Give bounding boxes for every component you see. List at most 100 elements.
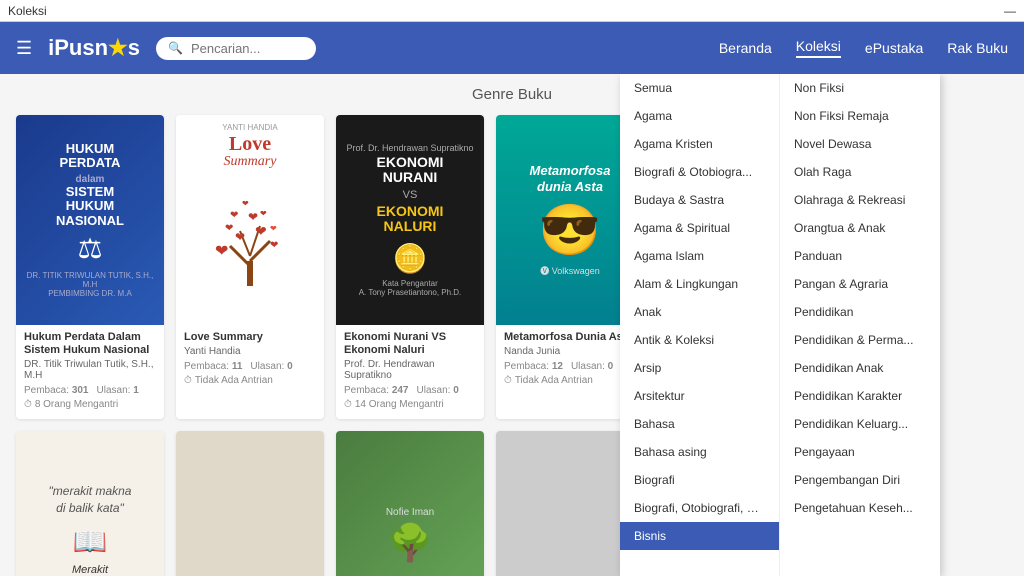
genre-agama-spiritual[interactable]: Agama & Spiritual <box>620 214 779 242</box>
book-queue-hukum: ⏱ 8 Orang Mengantri <box>24 399 156 410</box>
svg-text:❤: ❤ <box>230 210 238 221</box>
genre-pangan[interactable]: Pangan & Agraria <box>780 270 940 298</box>
book-info-hukum: Hukum Perdata Dalam Sistem Hukum Nasiona… <box>16 325 164 416</box>
book-author-love: Yanti Handia <box>184 346 316 357</box>
book-card-nofie[interactable]: Nofie Iman 🌳 Nofie Iman <box>336 431 484 576</box>
book-author-meta: Nanda Junia <box>504 346 636 357</box>
window-title: Koleksi <box>8 4 47 18</box>
nav-koleksi[interactable]: Koleksi <box>796 38 841 58</box>
nav-rak-buku[interactable]: Rak Buku <box>947 40 1008 56</box>
genre-non-fiksi[interactable]: Non Fiksi <box>780 74 940 102</box>
clock-icon-love: ⏱ <box>184 375 192 386</box>
love-tree-svg: ❤ ❤ ❤ ❤ ❤ ❤ ❤ ❤ ❤ ❤ <box>200 176 300 296</box>
svg-text:❤: ❤ <box>260 209 267 218</box>
genre-biografi2[interactable]: Biografi <box>620 466 779 494</box>
book-card-love[interactable]: YANTI HANDIA Love Summary ❤ ❤ <box>176 115 324 419</box>
book-stats-meta: Pembaca: 12 Ulasan: 0 <box>504 361 636 372</box>
svg-text:❤: ❤ <box>270 240 278 251</box>
search-icon: 🔍 <box>168 41 183 55</box>
book-stats-hukum: Pembaca: 301 Ulasan: 1 <box>24 385 156 396</box>
genre-novel[interactable]: Novel Dewasa <box>780 130 940 158</box>
nav-beranda[interactable]: Beranda <box>719 40 772 56</box>
nav-links: Beranda Koleksi ePustaka Rak Buku <box>719 38 1008 58</box>
svg-text:❤: ❤ <box>235 230 245 244</box>
genre-dropdown: Semua Agama Agama Kristen Biografi & Oto… <box>620 74 940 576</box>
book-stats-love: Pembaca: 11 Ulasan: 0 <box>184 361 316 372</box>
genre-arsip[interactable]: Arsip <box>620 354 779 382</box>
book-title-love: Love Summary <box>184 331 316 344</box>
book-cover-hukum: HUKUMPERDATAdalamSISTEMHUKUMNASIONAL ⚖ D… <box>16 115 164 325</box>
book-icon: 📖 <box>73 525 108 558</box>
genre-semua[interactable]: Semua <box>620 74 779 102</box>
genre-pendidikan-keluarga[interactable]: Pendidikan Keluarg... <box>780 410 940 438</box>
genre-biografi[interactable]: Biografi & Otobiogra... <box>620 158 779 186</box>
genre-antik[interactable]: Antik & Koleksi <box>620 326 779 354</box>
svg-text:❤: ❤ <box>242 199 249 208</box>
genre-pendidikan[interactable]: Pendidikan <box>780 298 940 326</box>
genre-agama-kristen[interactable]: Agama Kristen <box>620 130 779 158</box>
hamburger-menu[interactable]: ☰ <box>16 38 32 59</box>
clock-icon-meta: ⏱ <box>504 375 512 386</box>
book-title-hukum: Hukum Perdata Dalam Sistem Hukum Nasiona… <box>24 331 156 357</box>
book-cover-merakit: "merakit maknadi balik kata" 📖 MerakitKa… <box>16 431 164 576</box>
trees-icon: 🌳 <box>388 522 433 564</box>
book-stats-ekonomi: Pembaca: 247 Ulasan: 0 <box>344 385 476 396</box>
book-cover-empty1 <box>176 431 324 576</box>
genre-biografi3[interactable]: Biografi, Otobiografi, Bibliografi <box>620 494 779 522</box>
genre-pendidikan-anak[interactable]: Pendidikan Anak <box>780 354 940 382</box>
genre-olahraga2[interactable]: Olahraga & Rekreasi <box>780 186 940 214</box>
book-card-ekonomi[interactable]: Prof. Dr. Hendrawan Supratikno EKONOMINU… <box>336 115 484 419</box>
book-cover-ekonomi: Prof. Dr. Hendrawan Supratikno EKONOMINU… <box>336 115 484 325</box>
dropdown-col2: Non Fiksi Non Fiksi Remaja Novel Dewasa … <box>780 74 940 576</box>
window-controls[interactable]: — <box>1004 4 1016 18</box>
genre-budaya[interactable]: Budaya & Sastra <box>620 186 779 214</box>
book-card-hukum[interactable]: HUKUMPERDATAdalamSISTEMHUKUMNASIONAL ⚖ D… <box>16 115 164 419</box>
genre-bahasa[interactable]: Bahasa <box>620 410 779 438</box>
search-input[interactable] <box>191 41 311 56</box>
dropdown-col1: Semua Agama Agama Kristen Biografi & Oto… <box>620 74 780 576</box>
book-title-ekonomi: Ekonomi Nurani VS Ekonomi Naluri <box>344 331 476 357</box>
svg-text:❤: ❤ <box>248 210 258 224</box>
svg-text:❤: ❤ <box>215 243 228 260</box>
book-info-ekonomi: Ekonomi Nurani VS Ekonomi Naluri Prof. D… <box>336 325 484 416</box>
genre-pengayaan[interactable]: Pengayaan <box>780 438 940 466</box>
titlebar: Koleksi — <box>0 0 1024 22</box>
navbar: ☰ iPusn★s 🔍 Beranda Koleksi ePustaka Rak… <box>0 22 1024 74</box>
app-logo: iPusn★s <box>48 35 140 61</box>
genre-panduan[interactable]: Panduan <box>780 242 940 270</box>
svg-text:❤: ❤ <box>225 223 233 234</box>
genre-arsitektur[interactable]: Arsitektur <box>620 382 779 410</box>
genre-orangtua[interactable]: Orangtua & Anak <box>780 214 940 242</box>
genre-non-fiksi-remaja[interactable]: Non Fiksi Remaja <box>780 102 940 130</box>
main-content: Genre Buku HUKUMPERDATAdalamSISTEMHUKUMN… <box>0 74 1024 576</box>
book-cover-nofie: Nofie Iman 🌳 <box>336 431 484 576</box>
genre-agama-islam[interactable]: Agama Islam <box>620 242 779 270</box>
clock-icon: ⏱ <box>24 399 32 410</box>
genre-olahraga[interactable]: Olah Raga <box>780 158 940 186</box>
genre-pendidikan-karakter[interactable]: Pendidikan Karakter <box>780 382 940 410</box>
book-info-love: Love Summary Yanti Handia Pembaca: 11 Ul… <box>176 325 324 392</box>
genre-anak[interactable]: Anak <box>620 298 779 326</box>
book-card-empty1[interactable] <box>176 431 324 576</box>
genre-pendidikan2[interactable]: Pendidikan & Perma... <box>780 326 940 354</box>
book-cover-love: YANTI HANDIA Love Summary ❤ ❤ <box>176 115 324 325</box>
book-title-meta: Metamorfosa Dunia Asta <box>504 331 636 344</box>
genre-bisnis[interactable]: Bisnis <box>620 522 779 550</box>
book-author-hukum: DR. Titik Triwulan Tutik, S.H., M.H <box>24 359 156 381</box>
nav-epustaka[interactable]: ePustaka <box>865 40 923 56</box>
coin-icon: 🪙 <box>393 242 428 275</box>
book-queue-ekonomi: ⏱ 14 Orang Mengantri <box>344 399 476 410</box>
genre-bahasa-asing[interactable]: Bahasa asing <box>620 438 779 466</box>
genre-agama[interactable]: Agama <box>620 102 779 130</box>
book-card-merakit[interactable]: "merakit maknadi balik kata" 📖 MerakitKa… <box>16 431 164 576</box>
genre-pengetahuan[interactable]: Pengetahuan Keseh... <box>780 494 940 522</box>
scales-icon: ⚖ <box>77 232 102 265</box>
genre-pengembangan[interactable]: Pengembangan Diri <box>780 466 940 494</box>
face-icon: 😎 <box>539 201 601 260</box>
search-bar[interactable]: 🔍 <box>156 37 316 60</box>
svg-text:❤: ❤ <box>255 223 267 239</box>
genre-alam[interactable]: Alam & Lingkungan <box>620 270 779 298</box>
book-queue-meta: ⏱ Tidak Ada Antrian <box>504 375 636 386</box>
book-author-ekonomi: Prof. Dr. Hendrawan Supratikno <box>344 359 476 381</box>
minimize-button[interactable]: — <box>1004 4 1016 18</box>
